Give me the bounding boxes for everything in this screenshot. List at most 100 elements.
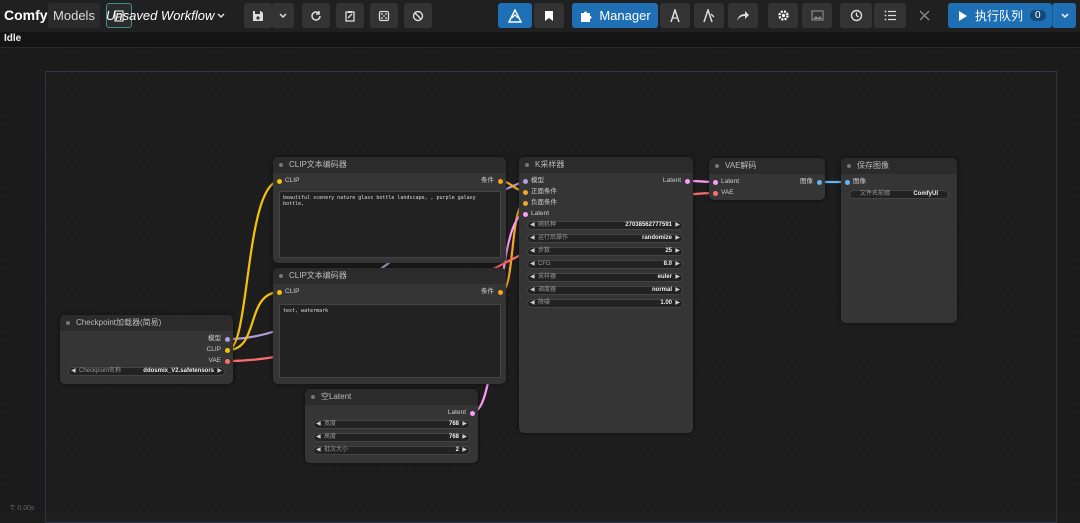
random-button[interactable] <box>370 3 398 28</box>
clip-input-label: CLIP <box>285 177 300 184</box>
vae-decode-node[interactable]: VAE解码 Latent VAE 图像 <box>709 158 825 200</box>
conditioning-output-dot[interactable] <box>498 290 503 295</box>
decrement-arrow[interactable]: ◀ <box>530 248 535 255</box>
sampler-widget[interactable]: ◀ 采样器 euler ▶ <box>527 273 683 282</box>
filename-prefix-widget[interactable]: 文件名前缀 ComfyUI <box>849 190 949 199</box>
queue-run-button[interactable]: 执行队列 0 <box>948 3 1052 28</box>
history-button[interactable] <box>840 3 872 28</box>
clear-button[interactable] <box>404 3 432 28</box>
decrement-arrow[interactable]: ◀ <box>530 261 535 268</box>
save-button[interactable] <box>244 3 272 28</box>
clip-input-dot[interactable] <box>277 290 282 295</box>
vae-input-dot[interactable] <box>713 191 718 196</box>
latent-input-dot[interactable] <box>713 180 718 185</box>
denoise-widget[interactable]: ◀ 降噪 1.00 ▶ <box>527 299 683 308</box>
collapse-dot[interactable] <box>66 321 70 325</box>
decrement-arrow[interactable]: ◀ <box>530 287 535 294</box>
widget-value: normal <box>651 287 672 293</box>
collapse-dot[interactable] <box>279 163 283 167</box>
models-button[interactable]: Models <box>48 3 100 28</box>
conditioning-output-label: 条件 <box>481 177 494 184</box>
image-output-dot[interactable] <box>817 180 822 185</box>
save-options-button[interactable] <box>272 3 294 28</box>
collapse-dot[interactable] <box>715 164 719 168</box>
decrement-arrow[interactable]: ◀ <box>530 274 535 281</box>
queue-options-button[interactable] <box>1052 3 1076 28</box>
steps-widget[interactable]: ◀ 步数 25 ▶ <box>527 247 683 256</box>
workflow-share-button[interactable] <box>694 3 724 28</box>
top-menu-bar: ComfyUI Models Unsaved Workflow Manager <box>0 0 1080 32</box>
increment-arrow[interactable]: ▶ <box>462 434 467 441</box>
seed-widget[interactable]: ◀ 随机种 270385627775​91 ▶ <box>527 221 683 230</box>
increment-arrow[interactable]: ▶ <box>675 235 680 242</box>
increment-arrow[interactable]: ▶ <box>675 222 680 229</box>
decrement-arrow[interactable]: ◀ <box>530 300 535 307</box>
ksampler-node[interactable]: K采样器 模型 正面条件 负面条件 Latent Latent ◀ 随机种 2703… <box>519 157 693 433</box>
decrement-arrow[interactable]: ◀ <box>530 222 535 229</box>
node-library-button[interactable] <box>498 3 532 28</box>
increment-arrow[interactable]: ▶ <box>217 368 222 375</box>
increment-arrow[interactable]: ▶ <box>675 287 680 294</box>
increment-arrow[interactable]: ▶ <box>675 261 680 268</box>
clip-input-dot[interactable] <box>277 179 282 184</box>
positive-input-dot[interactable] <box>523 190 528 195</box>
latent-output-dot[interactable] <box>685 179 690 184</box>
vae-output-dot[interactable] <box>225 359 230 364</box>
batch-size-widget[interactable]: ◀ 批次大小 2 ▶ <box>313 446 470 455</box>
workflow-tab[interactable]: Unsaved Workflow <box>104 3 236 28</box>
height-widget[interactable]: ◀ 高度 768 ▶ <box>313 433 470 442</box>
history-icon <box>850 9 862 22</box>
manager-button[interactable]: Manager <box>572 3 658 28</box>
checkpoint-loader-node[interactable]: Checkpoint加载器(简易) 模型 CLIP VAE ◀ Checkpoin… <box>60 315 233 384</box>
bookmark-button[interactable] <box>534 3 564 28</box>
negative-input-dot[interactable] <box>523 201 528 206</box>
share-button[interactable] <box>728 3 758 28</box>
decrement-arrow[interactable]: ◀ <box>316 421 321 428</box>
clipspace-button[interactable] <box>336 3 364 28</box>
checkpoint-name-widget[interactable]: ◀ Checkpoint名称 ddosmix_V2.safetensors ▶ <box>68 367 225 376</box>
save-image-node[interactable]: 保存图像 图像 文件名前缀 ComfyUI <box>841 158 957 323</box>
queue-list-button[interactable] <box>874 3 906 28</box>
close-panel-button[interactable] <box>908 3 940 28</box>
width-widget[interactable]: ◀ 宽度 768 ▶ <box>313 420 470 429</box>
chevron-down-icon[interactable] <box>216 11 226 21</box>
ban-icon <box>412 10 424 21</box>
increment-arrow[interactable]: ▶ <box>462 421 467 428</box>
prompt-textarea[interactable]: text, watermark <box>279 304 501 378</box>
collapse-dot[interactable] <box>525 163 529 167</box>
increment-arrow[interactable]: ▶ <box>462 447 467 454</box>
node-title: CLIP文本编码器 <box>273 268 506 284</box>
model-output-dot[interactable] <box>225 337 230 342</box>
conditioning-output-dot[interactable] <box>498 179 503 184</box>
empty-latent-node[interactable]: 空Latent Latent ◀ 宽度 768 ▶ ◀ 高度 768 ▶ ◀ 批次大小 2 ▶ <box>305 389 478 463</box>
image-input-dot[interactable] <box>845 180 850 185</box>
collapse-dot[interactable] <box>311 395 315 399</box>
puzzle-icon <box>581 11 592 22</box>
cfg-widget[interactable]: ◀ CFG 8.0 ▶ <box>527 260 683 269</box>
clip-output-dot[interactable] <box>225 348 230 353</box>
gallery-button[interactable] <box>802 3 832 28</box>
collapse-dot[interactable] <box>279 274 283 278</box>
share-arrow-icon <box>737 10 749 21</box>
clipboard-edit-icon <box>345 10 355 22</box>
increment-arrow[interactable]: ▶ <box>675 248 680 255</box>
settings-button[interactable] <box>768 3 798 28</box>
latent-output-dot[interactable] <box>470 411 475 416</box>
model-share-button[interactable] <box>660 3 690 28</box>
decrement-arrow[interactable]: ◀ <box>71 368 76 375</box>
latent-input-dot[interactable] <box>523 212 528 217</box>
clip-text-encode-positive-node[interactable]: CLIP文本编码器 CLIP 条件 beautiful scenery natu… <box>273 157 506 263</box>
queue-count-badge: 0 <box>1030 10 1046 21</box>
decrement-arrow[interactable]: ◀ <box>316 434 321 441</box>
collapse-dot[interactable] <box>847 164 851 168</box>
refresh-button[interactable] <box>302 3 330 28</box>
decrement-arrow[interactable]: ◀ <box>530 235 535 242</box>
increment-arrow[interactable]: ▶ <box>675 300 680 307</box>
prompt-textarea[interactable]: beautiful scenery nature glass bottle la… <box>279 191 501 258</box>
increment-arrow[interactable]: ▶ <box>675 274 680 281</box>
decrement-arrow[interactable]: ◀ <box>316 447 321 454</box>
clip-text-encode-negative-node[interactable]: CLIP文本编码器 CLIP 条件 text, watermark <box>273 268 506 384</box>
control-after-generate-widget[interactable]: ◀ 运行后操作 randomize ▶ <box>527 234 683 243</box>
model-input-dot[interactable] <box>523 179 528 184</box>
scheduler-widget[interactable]: ◀ 调度器 normal ▶ <box>527 286 683 295</box>
